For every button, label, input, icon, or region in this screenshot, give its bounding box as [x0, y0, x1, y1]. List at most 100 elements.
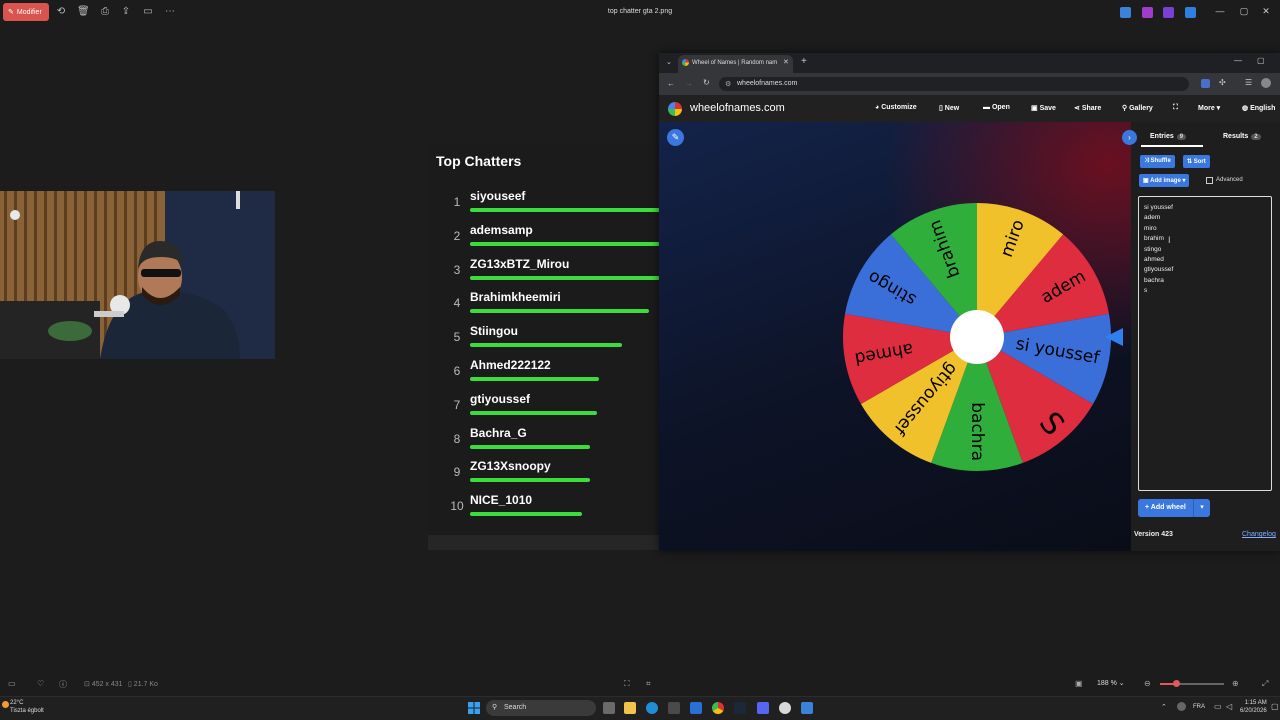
chatter-rank: 1	[453, 195, 461, 209]
notification-icon[interactable]: ▢	[1271, 702, 1279, 711]
extension-icon[interactable]	[1201, 79, 1210, 88]
task-view-icon[interactable]	[603, 702, 615, 714]
app-icon[interactable]	[801, 702, 813, 714]
forward-icon[interactable]: →	[685, 79, 693, 88]
new-tab-icon[interactable]: +	[801, 56, 807, 67]
minimize-icon[interactable]: —	[1234, 56, 1242, 65]
tab-search-icon[interactable]: ⌄	[666, 58, 672, 66]
mail-icon[interactable]	[690, 702, 702, 714]
open-button[interactable]: ▬ Open	[983, 104, 1010, 111]
wheel-center[interactable]	[950, 310, 1004, 364]
app-icon[interactable]	[1163, 7, 1174, 18]
caret-down-icon: ▾	[1214, 105, 1221, 112]
actual-size-icon[interactable]: ▣	[1075, 679, 1083, 688]
info-icon[interactable]: ▭	[142, 6, 154, 18]
print-icon[interactable]: ⎙	[99, 6, 111, 18]
volume-icon[interactable]: ◁	[1226, 702, 1232, 711]
chatter-name: ademsamp	[470, 222, 533, 237]
app-icon[interactable]	[1142, 7, 1153, 18]
advanced-label: Advanced	[1216, 177, 1243, 183]
chatter-rank: 7	[453, 397, 461, 412]
more-icon[interactable]: ⋯	[164, 6, 176, 18]
wheel-logo-icon[interactable]	[668, 102, 682, 116]
edge-icon[interactable]	[646, 702, 658, 714]
app-icon[interactable]	[1120, 7, 1131, 18]
entry-line: gtiyoussef	[1144, 266, 1174, 274]
chatter-name: NICE_1010	[470, 493, 533, 508]
tab-wheelofnames[interactable]: Wheel of Names | Random nam	[678, 55, 793, 73]
zoom-out-icon[interactable]: ⊖	[1144, 679, 1151, 688]
delete-icon[interactable]: 🗑	[77, 6, 90, 18]
tray-app-icon[interactable]	[1177, 702, 1186, 711]
tray-chevron-icon[interactable]: ⌃	[1161, 703, 1167, 711]
tab-close-icon[interactable]: ✕	[783, 58, 789, 66]
file-explorer-icon[interactable]	[624, 702, 636, 714]
language-button[interactable]: ◍ English	[1242, 104, 1275, 112]
language-indicator[interactable]: FRA	[1193, 704, 1205, 710]
profile-avatar[interactable]	[1261, 78, 1271, 88]
site-name[interactable]: wheelofnames.com	[690, 102, 785, 114]
puzzle-icon[interactable]: ✣	[1219, 78, 1226, 87]
changelog-link[interactable]: Changelog	[1242, 531, 1276, 538]
url-input[interactable]: ⚙ wheelofnames.com	[719, 77, 1189, 91]
reload-icon[interactable]: ↻	[703, 78, 710, 87]
more-menu-button[interactable]: More ▾	[1198, 104, 1220, 112]
discord-icon[interactable]	[757, 702, 769, 714]
share-icon[interactable]: ⇪	[120, 6, 132, 18]
tab-entries[interactable]: Entries 9	[1150, 133, 1187, 140]
site-info-icon[interactable]: ⚙	[725, 80, 731, 88]
save-button[interactable]: ▣ Save	[1031, 104, 1056, 112]
advanced-checkbox[interactable]	[1206, 177, 1213, 184]
crop-icon[interactable]: ⌗	[646, 679, 651, 689]
version-label: Version 423	[1134, 531, 1173, 538]
favorite-heart-icon[interactable]: ♡	[37, 679, 44, 688]
fit-icon[interactable]: ⛶	[624, 679, 630, 689]
image-dimensions: ⊡ 452 x 431	[84, 681, 123, 688]
entry-line: si youssef	[1144, 204, 1173, 211]
chevron-right-icon[interactable]: ›	[1122, 130, 1137, 145]
store-icon[interactable]	[668, 702, 680, 714]
chatter-rank: 5	[453, 330, 461, 345]
fullscreen-icon[interactable]: ⛶	[1173, 104, 1178, 112]
shuffle-button[interactable]: ⤨ Shuffle	[1140, 155, 1175, 168]
cloud-icon[interactable]	[1185, 7, 1196, 18]
sort-button[interactable]: ⇅ Sort	[1183, 155, 1210, 168]
minimize-icon[interactable]: —	[1213, 6, 1227, 16]
steam-icon[interactable]	[734, 702, 746, 714]
entry-line: s	[1144, 287, 1148, 295]
maximize-icon[interactable]: ▢	[1237, 6, 1251, 17]
tab-results[interactable]: Results 2	[1223, 133, 1261, 140]
taskbar-search-input[interactable]: ⚲ Search	[486, 700, 596, 716]
clock-date: 6/20/2026	[1240, 708, 1267, 714]
network-icon[interactable]: ▭	[1214, 702, 1222, 711]
expand-icon[interactable]: ⤢	[1262, 679, 1268, 689]
customize-button[interactable]: ◕ Customize	[875, 104, 917, 111]
weather-widget[interactable]: 22°C Tiszta égbolt	[10, 699, 44, 715]
zoom-level[interactable]: 188 % ⌄	[1097, 679, 1125, 687]
chatter-row: 10 NICE_1010	[428, 493, 660, 527]
zoom-in-icon[interactable]: ⊕	[1232, 679, 1239, 688]
filmstrip-icon[interactable]: ▭	[8, 679, 16, 688]
maximize-icon[interactable]: ▢	[1257, 56, 1265, 65]
gallery-button[interactable]: ⚲ Gallery	[1122, 104, 1153, 112]
windows-start-icon[interactable]	[468, 702, 480, 714]
add-wheel-caret-icon[interactable]: ▾	[1193, 499, 1210, 517]
wheel-of-names[interactable]: si youssefSbachragtiyoussefahmedstingobr…	[842, 200, 1112, 472]
chrome-icon[interactable]	[712, 702, 724, 714]
close-icon[interactable]: ✕	[1259, 6, 1273, 17]
new-button[interactable]: ▯ New	[939, 104, 959, 112]
chatter-row: 3 ZG13xBTZ_Mirou	[428, 257, 660, 291]
share-button[interactable]: ⋖ Share	[1074, 104, 1101, 112]
search-icon: ⚲	[492, 704, 498, 711]
obs-icon[interactable]	[779, 702, 791, 714]
edit-title-icon[interactable]: ✎	[667, 129, 684, 146]
rotate-icon[interactable]: ⟲	[55, 6, 67, 18]
modify-button[interactable]: ✎ Modifier	[3, 3, 49, 21]
add-image-button[interactable]: ▣ Add image ▾	[1139, 174, 1190, 187]
weather-icon[interactable]	[2, 701, 9, 708]
sidepanel-icon[interactable]: ☰	[1245, 78, 1252, 87]
info-icon[interactable]: ⓘ	[59, 679, 67, 690]
zoom-slider-handle[interactable]	[1173, 680, 1180, 687]
taskbar-clock[interactable]: 1:15 AM 6/20/2026	[1240, 699, 1267, 715]
back-icon[interactable]: ←	[667, 79, 675, 88]
